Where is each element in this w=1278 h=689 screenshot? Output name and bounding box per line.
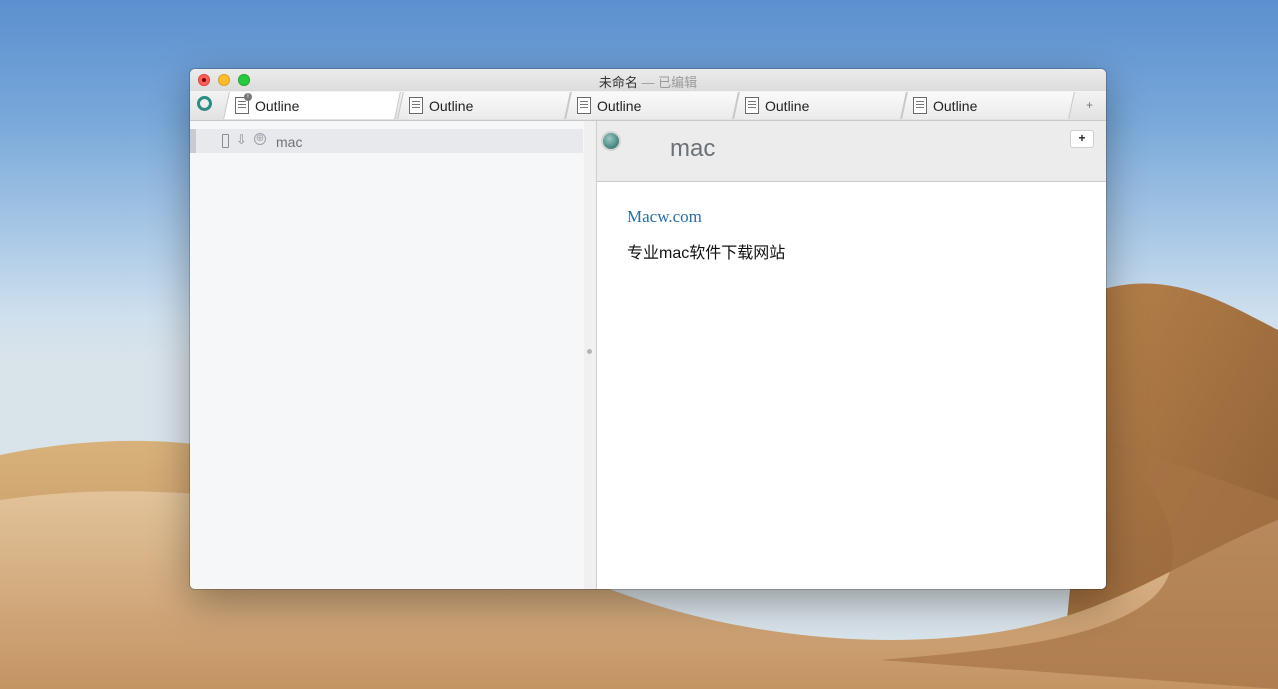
tab-outline-5[interactable]: Outline — [901, 92, 1075, 119]
outline-document-icon — [913, 97, 927, 114]
tab-outline-4[interactable]: Outline — [733, 92, 907, 119]
app-window: 未命名 — 已编辑 ! Outline Outline Outline Outl… — [190, 69, 1106, 589]
note-text[interactable]: 专业mac软件下载网站 — [627, 239, 785, 263]
outline-sidebar: ⇩ ⊕ mac — [190, 121, 585, 589]
note-link[interactable]: Macw.com — [627, 207, 702, 227]
note-content-pane: mac + Macw.com 专业mac软件下载网站 — [597, 121, 1106, 589]
tab-outline-1[interactable]: ! Outline — [223, 92, 401, 119]
note-icon — [222, 134, 229, 148]
tab-bar: ! Outline Outline Outline Outline Outlin… — [190, 91, 1106, 121]
window-title-status: — 已编辑 — [641, 75, 698, 90]
window-title: 未命名 — 已编辑 — [190, 72, 1106, 91]
tab-label: Outline — [597, 98, 642, 114]
add-child-icon[interactable]: ⊕ — [254, 133, 266, 145]
outline-row-label: mac — [276, 134, 303, 150]
outline-document-icon — [409, 97, 423, 114]
note-header: mac + — [597, 121, 1106, 182]
outline-row[interactable]: ⇩ ⊕ mac — [190, 129, 583, 153]
node-dot-icon[interactable] — [603, 133, 619, 149]
move-down-icon[interactable]: ⇩ — [236, 132, 247, 148]
new-tab-button[interactable]: + — [1086, 98, 1093, 112]
split-view-divider[interactable] — [584, 121, 597, 589]
outline-document-icon — [577, 97, 591, 114]
tab-label: Outline — [933, 98, 978, 114]
tab-outline-2[interactable]: Outline — [397, 92, 571, 119]
tab-label: Outline — [429, 98, 474, 114]
tab-outline-3[interactable]: Outline — [565, 92, 739, 119]
divider-handle-icon[interactable] — [587, 349, 592, 354]
window-title-name: 未命名 — [598, 75, 638, 90]
tab-label: Outline — [765, 98, 810, 114]
app-circle-icon[interactable] — [197, 96, 212, 111]
title-bar[interactable]: 未命名 — 已编辑 — [190, 69, 1106, 91]
add-button[interactable]: + — [1070, 130, 1094, 148]
note-title[interactable]: mac — [670, 135, 715, 163]
tab-label: Outline — [255, 98, 300, 114]
outline-document-icon — [745, 97, 759, 114]
badge-icon: ! — [244, 93, 252, 101]
